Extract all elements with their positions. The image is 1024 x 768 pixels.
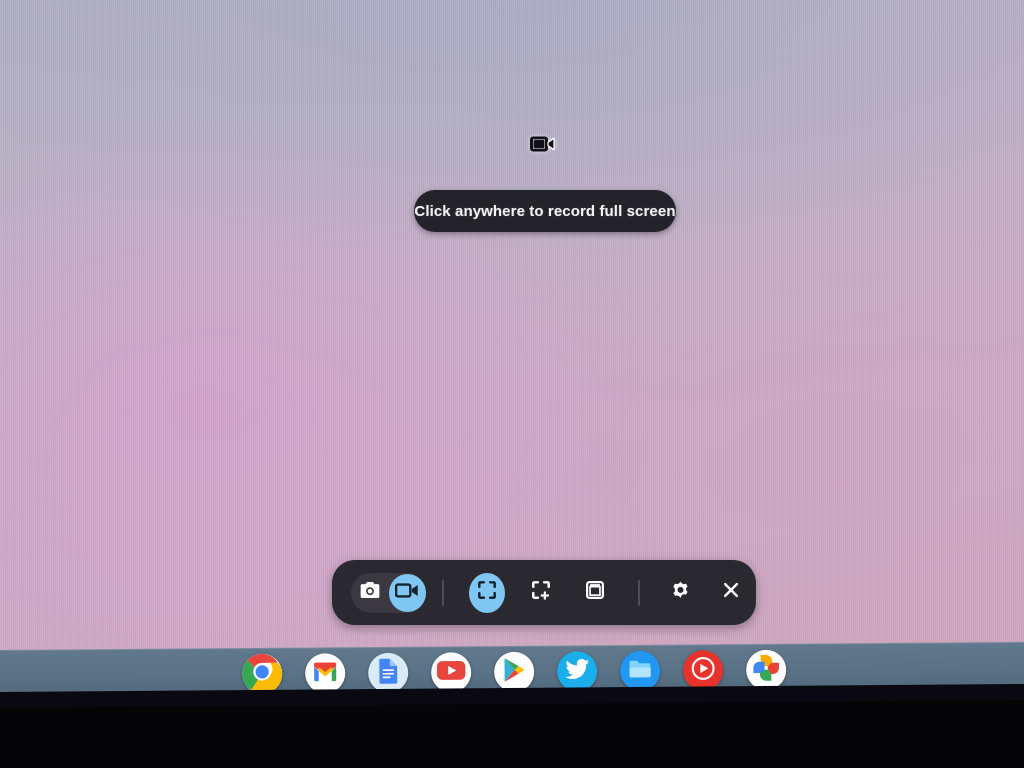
docs-icon [378,657,398,688]
window-icon [584,579,606,606]
screenshot-mode-button[interactable] [351,574,389,612]
google-photos-icon [751,652,781,687]
toolbar-divider-1 [442,579,444,606]
youtube-music-icon [687,652,719,689]
gear-icon [670,580,691,606]
tooltip-text: Click anywhere to record full screen [414,202,676,220]
chromebook-screen: Click anywhere to record full screen [0,0,1024,768]
partial-region-icon [530,579,552,606]
record-camcorder-cursor [529,132,557,156]
gmail-icon [312,661,338,686]
mode-window-button[interactable] [577,573,613,613]
settings-button[interactable] [664,574,698,612]
close-icon [721,580,741,605]
display-bezel [0,694,1024,768]
play-store-icon [502,656,526,687]
screen-record-mode-button[interactable] [388,573,426,612]
toolbar-divider-2 [637,579,640,606]
screen-capture-toolbar [332,560,756,625]
youtube-icon [436,659,466,686]
camera-icon [359,580,381,605]
fullscreen-icon [476,579,498,606]
twitter-icon [564,658,590,685]
capture-type-toggle [351,572,426,613]
files-folder-icon [627,657,653,684]
mode-fullscreen-button[interactable] [468,572,505,613]
capture-instruction-tooltip: Click anywhere to record full screen [414,190,676,232]
video-camera-icon [395,582,419,604]
chrome-icon [242,653,283,695]
close-button[interactable] [714,574,748,612]
mode-partial-region-button[interactable] [523,573,559,613]
